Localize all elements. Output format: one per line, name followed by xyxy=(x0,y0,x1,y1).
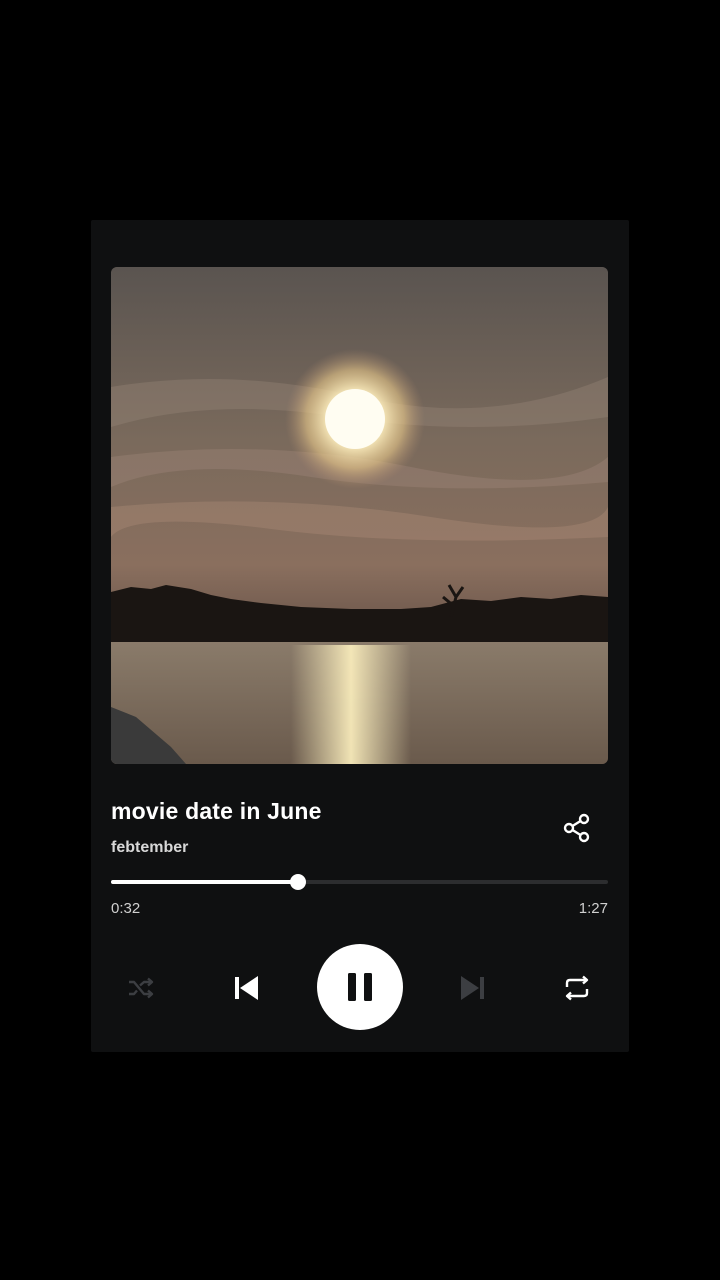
skip-next-icon xyxy=(461,976,484,1000)
sunset-lake-image xyxy=(111,267,608,764)
shuffle-icon xyxy=(129,977,154,999)
repeat-button[interactable] xyxy=(557,968,597,1008)
progress-fill xyxy=(111,880,299,884)
share-icon xyxy=(563,813,590,843)
time-elapsed: 0:32 xyxy=(111,900,141,917)
time-total: 1:27 xyxy=(578,900,608,917)
pause-button[interactable] xyxy=(317,944,403,1030)
artist-name[interactable]: febtember xyxy=(111,839,188,857)
previous-button[interactable] xyxy=(225,967,267,1009)
next-button[interactable] xyxy=(452,967,494,1009)
album-artwork xyxy=(111,267,608,764)
progress-bar[interactable] xyxy=(111,874,608,890)
progress-thumb[interactable] xyxy=(290,874,307,890)
track-title: movie date in June xyxy=(111,798,322,824)
repeat-icon xyxy=(565,975,589,1001)
pause-icon xyxy=(348,973,372,1001)
shuffle-button[interactable] xyxy=(121,968,161,1008)
share-button[interactable] xyxy=(557,808,597,848)
player-card: movie date in June febtember 0:32 1:27 xyxy=(91,220,629,1052)
skip-previous-icon xyxy=(235,976,258,1000)
